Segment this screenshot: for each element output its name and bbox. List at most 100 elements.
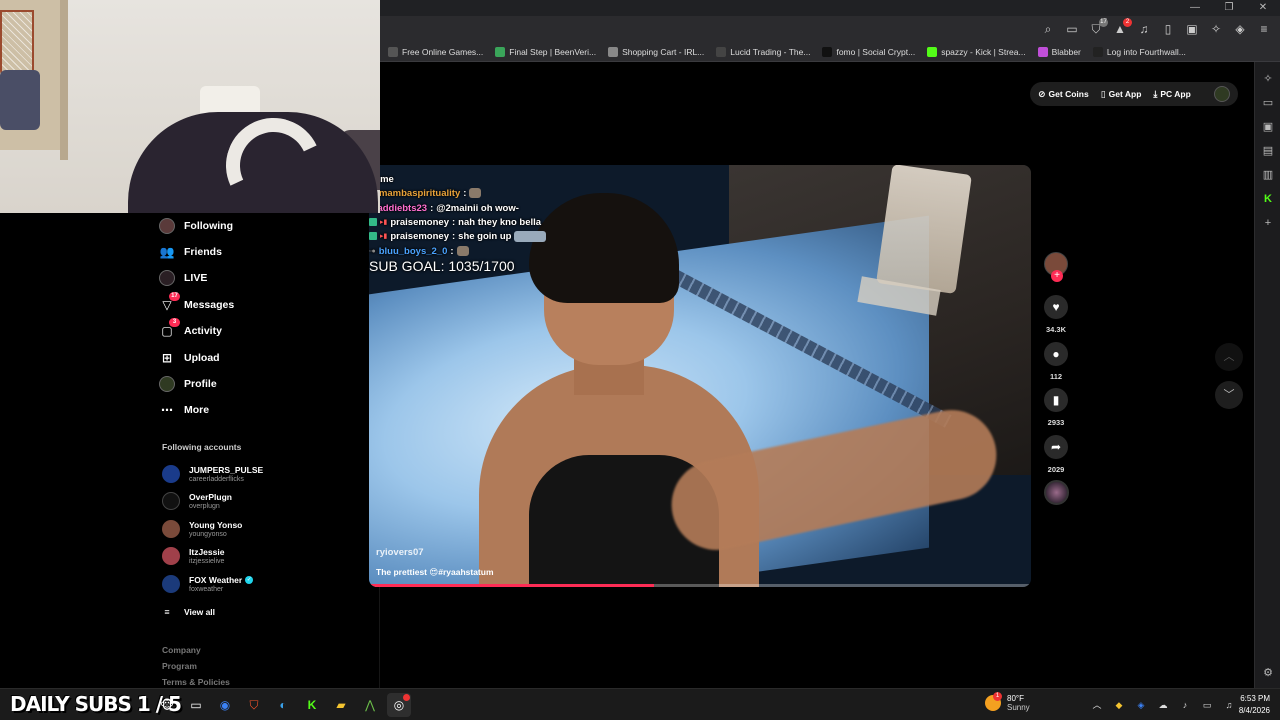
vpn-icon[interactable]: ◈ bbox=[1230, 19, 1250, 39]
taskbar-app-icon[interactable]: ◉ bbox=[213, 693, 237, 717]
taskbar-obs-icon[interactable]: ◎ bbox=[387, 693, 411, 717]
taskbar-weather[interactable]: 1 80°F Sunny bbox=[985, 692, 1030, 712]
taskbar-folder-icon[interactable]: ▰ bbox=[329, 693, 353, 717]
video-scene-fixture bbox=[876, 165, 972, 294]
cast-icon[interactable]: ▭ bbox=[1062, 19, 1082, 39]
taskbar-edge-icon[interactable]: ◐ bbox=[271, 693, 295, 717]
footer-terms-link[interactable]: Terms & Policies bbox=[162, 677, 230, 687]
get-app-button[interactable]: ▯ Get App bbox=[1101, 89, 1142, 100]
account-avatar bbox=[162, 465, 180, 483]
share-count: 2029 bbox=[1047, 465, 1065, 474]
sub-goal-counter: SUB GOAL: 1035/1700 bbox=[369, 258, 515, 274]
follow-plus-icon[interactable]: + bbox=[1051, 270, 1063, 282]
account-avatar bbox=[162, 547, 180, 565]
taskbar-monkey-icon[interactable]: 🐵 bbox=[155, 693, 179, 717]
upload-icon: ⊞ bbox=[161, 351, 173, 365]
nav-more[interactable]: ⋯ More bbox=[159, 399, 209, 421]
restore-button[interactable]: ❐ bbox=[1212, 0, 1246, 16]
user-avatar[interactable] bbox=[1214, 86, 1230, 102]
chat-message: ▲ mambaspirituality : bbox=[369, 186, 482, 200]
wallet-icon[interactable]: ▣ bbox=[1182, 19, 1202, 39]
get-coins-button[interactable]: ⊘ Get Coins bbox=[1038, 89, 1089, 100]
tray-app-icon[interactable]: ◆ bbox=[1112, 698, 1126, 712]
menu-icon[interactable]: ≡ bbox=[1254, 19, 1274, 39]
beenverified-favicon-icon bbox=[495, 47, 506, 57]
settings-rail-icon[interactable]: ⚙ bbox=[1259, 664, 1277, 682]
following-account[interactable]: Young Yonso youngyonso bbox=[162, 517, 242, 541]
bookmark-fomo[interactable]: fomo | Social Crypt... bbox=[822, 47, 915, 57]
tray-volume-icon[interactable]: ♫ bbox=[1222, 698, 1236, 712]
brave-rewards-icon[interactable]: ▲ 2 bbox=[1110, 18, 1132, 39]
chat-colon: : bbox=[452, 216, 456, 228]
tray-network-icon[interactable]: ▭ bbox=[1200, 698, 1214, 712]
nav-messages[interactable]: ▽ 17 Messages bbox=[159, 292, 235, 316]
following-account[interactable]: FOX Weather ✓ foxweather bbox=[162, 572, 254, 596]
taskbar-brave-icon[interactable]: ⛉ bbox=[242, 693, 266, 717]
close-button[interactable]: ✕ bbox=[1246, 0, 1280, 16]
bookmarks-rail-icon[interactable]: ▤ bbox=[1259, 142, 1277, 160]
sidebar-toggle-icon[interactable]: ▯ bbox=[1158, 19, 1178, 39]
bookmark-fourthwall[interactable]: Log into Fourthwall... bbox=[1092, 47, 1186, 57]
account-name: FOX Weather ✓ bbox=[189, 575, 254, 585]
windows-taskbar: DAILY SUBS 1 / 5 🐵 ▭ ◉ ⛉ ◐ K ▰ ⋀ ◎ 1 80°… bbox=[0, 688, 1280, 720]
tray-app2-icon[interactable]: ◈ bbox=[1134, 698, 1148, 712]
nav-profile[interactable]: Profile bbox=[159, 373, 217, 395]
nav-live[interactable]: LIVE bbox=[159, 267, 207, 289]
chat-text: she goin up bbox=[458, 230, 512, 242]
taskbar-kick-icon[interactable]: K bbox=[300, 693, 324, 717]
zoom-search-icon[interactable]: ⌕ bbox=[1038, 19, 1058, 39]
tv-rail-icon[interactable]: ▭ bbox=[1259, 94, 1277, 112]
download-icon: ⤓ bbox=[1153, 88, 1158, 99]
video-author[interactable]: ryiovers07 bbox=[376, 547, 424, 558]
footer-program-link[interactable]: Program bbox=[162, 661, 197, 671]
like-button[interactable]: ♥ bbox=[1044, 295, 1068, 319]
account-name-text: FOX Weather bbox=[189, 575, 243, 585]
bookmark-kick-spazzy[interactable]: spazzy - Kick | Strea... bbox=[927, 47, 1026, 57]
taskbar-task-view-icon[interactable]: ▭ bbox=[184, 693, 208, 717]
minimize-button[interactable]: — bbox=[1178, 0, 1212, 16]
save-button[interactable]: ▮ bbox=[1044, 388, 1068, 412]
nav-label: LIVE bbox=[184, 272, 208, 284]
chat-username: mambaspirituality bbox=[378, 187, 461, 199]
brave-shield-icon[interactable]: ⛉ 17 bbox=[1086, 18, 1108, 39]
account-avatar bbox=[162, 520, 180, 538]
media-icon[interactable]: ♫ bbox=[1134, 19, 1154, 39]
following-account[interactable]: JUMPERS_PULSE careerladderflicks bbox=[162, 462, 263, 486]
following-account[interactable]: OverPlugn overplugn bbox=[162, 489, 232, 513]
fourthwall-favicon-icon bbox=[1092, 47, 1103, 57]
pc-app-button[interactable]: ⤓ PC App bbox=[1153, 89, 1190, 100]
tray-overflow-icon[interactable]: ︿ bbox=[1090, 698, 1104, 712]
footer-company-link[interactable]: Company bbox=[162, 645, 201, 655]
nav-friends[interactable]: 👥 Friends bbox=[159, 241, 222, 263]
following-accounts-heading: Following accounts bbox=[162, 442, 242, 452]
tray-cloud-icon[interactable]: ☁ bbox=[1156, 698, 1170, 712]
nav-label: Messages bbox=[184, 299, 235, 311]
following-account[interactable]: ItzJessie itzjessielive bbox=[162, 544, 224, 568]
view-all-link[interactable]: ≡ View all bbox=[162, 601, 215, 623]
bookmark-lucid-trading[interactable]: Lucid Trading - The... bbox=[716, 47, 810, 57]
bookmark-label: Free Online Games... bbox=[402, 47, 484, 57]
bookmark-blabber[interactable]: Blabber bbox=[1037, 47, 1081, 57]
leo-rail-icon[interactable]: ✧ bbox=[1259, 70, 1277, 88]
music-disc-icon[interactable] bbox=[1044, 480, 1069, 505]
bookmark-free-online-games[interactable]: Free Online Games... bbox=[388, 47, 483, 57]
nav-upload[interactable]: ⊞ Upload bbox=[159, 347, 220, 369]
nav-activity[interactable]: ▢ 3 Activity bbox=[159, 318, 222, 342]
next-video-button[interactable]: ﹀ bbox=[1215, 381, 1243, 409]
bookmark-beenverified[interactable]: Final Step | BeenVeri... bbox=[495, 47, 596, 57]
leo-ai-icon[interactable]: ✧ bbox=[1206, 19, 1226, 39]
account-name: OverPlugn bbox=[189, 492, 232, 502]
kick-rail-icon[interactable]: K bbox=[1259, 190, 1277, 208]
reading-list-rail-icon[interactable]: ▥ bbox=[1259, 166, 1277, 184]
share-button[interactable]: ➦ bbox=[1044, 435, 1068, 459]
taskbar-clock[interactable]: 6:53 PM 8/4/2026 bbox=[1239, 693, 1270, 717]
wallet-rail-icon[interactable]: ▣ bbox=[1259, 118, 1277, 136]
previous-video-button[interactable]: ︿ bbox=[1215, 343, 1243, 371]
fomo-favicon-icon bbox=[822, 47, 833, 57]
tray-mic-icon[interactable]: ♪ bbox=[1178, 698, 1192, 712]
add-rail-icon[interactable]: + bbox=[1259, 214, 1277, 232]
bookmark-shopping-cart[interactable]: Shopping Cart - IRL... bbox=[608, 47, 704, 57]
nav-following[interactable]: Following bbox=[159, 215, 233, 237]
comment-button[interactable]: ● bbox=[1044, 342, 1068, 366]
taskbar-app2-icon[interactable]: ⋀ bbox=[358, 693, 382, 717]
